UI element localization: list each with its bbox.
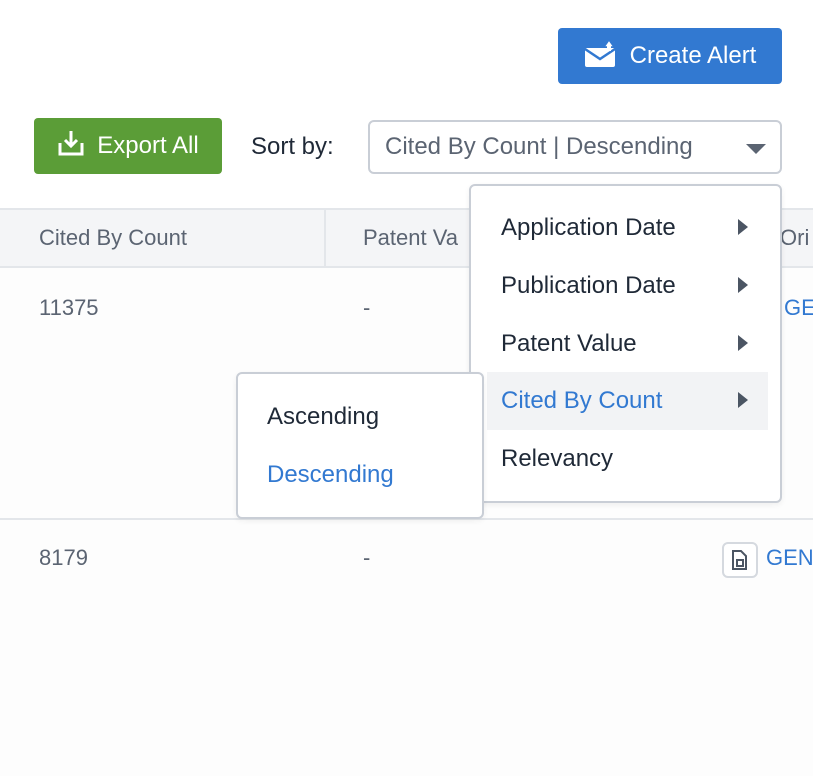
download-icon xyxy=(57,129,85,164)
sort-option-relevancy[interactable]: Relevancy xyxy=(487,430,768,488)
caret-down-icon xyxy=(746,144,766,154)
cell-origin-link[interactable]: GEN xyxy=(766,545,813,571)
caret-right-icon xyxy=(738,392,748,408)
cell-cited-by-count: 8179 xyxy=(39,545,88,571)
document-icon[interactable] xyxy=(722,542,758,578)
sort-option-application-date[interactable]: Application Date xyxy=(487,199,768,257)
sort-select[interactable]: Cited By Count | Descending xyxy=(368,120,782,174)
column-header-cited-by-count[interactable]: Cited By Count xyxy=(39,225,187,251)
sort-option-label: Patent Value xyxy=(501,330,637,358)
sort-option-patent-value[interactable]: Patent Value xyxy=(487,315,768,373)
create-alert-label: Create Alert xyxy=(630,42,757,70)
column-header-origin[interactable]: Ori xyxy=(780,225,809,251)
export-all-button[interactable]: Export All xyxy=(34,118,222,174)
sort-select-value: Cited By Count | Descending xyxy=(385,133,693,161)
sort-order-descending[interactable]: Descending xyxy=(267,461,394,489)
sort-option-publication-date[interactable]: Publication Date xyxy=(487,257,768,315)
caret-right-icon xyxy=(738,335,748,351)
sort-option-label: Relevancy xyxy=(501,445,613,473)
sort-order-submenu: Ascending Descending xyxy=(236,372,484,519)
caret-right-icon xyxy=(738,219,748,235)
cell-patent-value: - xyxy=(363,545,370,571)
sort-option-label: Application Date xyxy=(501,214,676,242)
sort-option-cited-by-count[interactable]: Cited By Count xyxy=(487,372,768,430)
cell-patent-value: - xyxy=(363,295,370,321)
sort-order-ascending[interactable]: Ascending xyxy=(267,403,379,431)
sort-dropdown-menu: Application Date Publication Date Patent… xyxy=(469,184,782,503)
create-alert-button[interactable]: Create Alert xyxy=(558,28,782,84)
caret-right-icon xyxy=(738,277,748,293)
sort-by-label: Sort by: xyxy=(251,133,334,161)
sort-option-label: Publication Date xyxy=(501,272,676,300)
cell-origin-link[interactable]: GEN xyxy=(784,295,813,321)
cell-cited-by-count: 11375 xyxy=(39,295,99,321)
mail-alert-icon xyxy=(584,38,618,75)
export-all-label: Export All xyxy=(97,132,198,160)
column-header-patent-value[interactable]: Patent Va xyxy=(363,225,458,251)
column-divider xyxy=(324,210,326,266)
table-row: 8179 - GEN xyxy=(0,520,813,776)
sort-option-label: Cited By Count xyxy=(501,387,662,415)
